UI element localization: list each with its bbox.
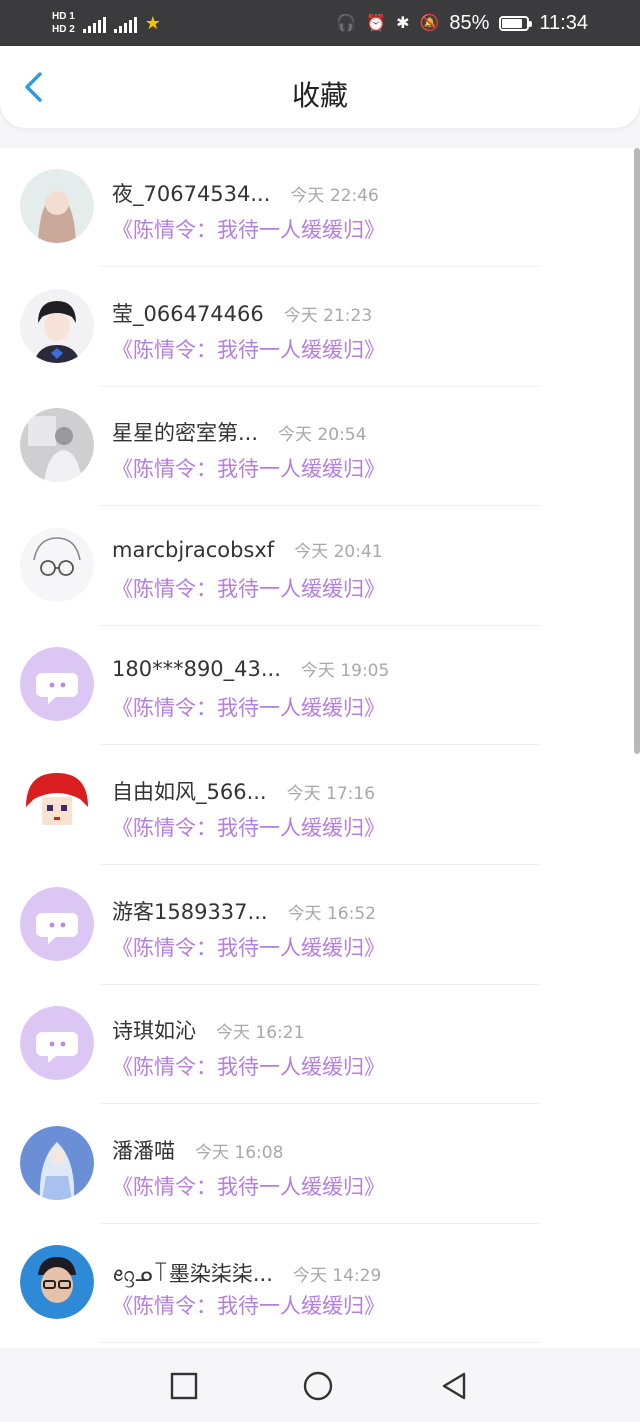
page-title: 收藏 [291, 79, 348, 112]
favorited-work-title[interactable]: 《陈情令：我待一人缓缓归》 [112, 1051, 385, 1081]
avatar[interactable] [20, 527, 94, 602]
user-name-text: 180***890_43... [112, 657, 281, 682]
header-bar: 收藏 [0, 46, 640, 128]
user-name[interactable]: 夜_70674534... 今天 22:46 [112, 178, 379, 208]
favorited-work-title[interactable]: 《陈情令：我待一人缓缓归》 [112, 812, 385, 842]
user-name-text: 潘潘喵 [112, 1138, 175, 1163]
user-name[interactable]: 莹_066474466 今天 21:23 [112, 298, 372, 328]
user-name[interactable]: 诗琪如沁 今天 16:21 [112, 1015, 304, 1045]
list-item[interactable]: 游客1589337... 今天 16:52 《陈情令：我待一人缓缓归》 [0, 866, 640, 986]
alarm-icon: ⏰ [366, 15, 387, 32]
list-item[interactable]: ꫀᦋᓄ꓄墨染柒柒... 今天 14:29 《陈情令：我待一人缓缓归》 [0, 1224, 640, 1344]
timestamp: 今天 19:05 [300, 661, 390, 682]
favorited-work-title[interactable]: 《陈情令：我待一人缓缓归》 [112, 334, 385, 364]
avatar[interactable] [20, 1006, 94, 1081]
favorited-work-title[interactable]: 《陈情令：我待一人缓缓归》 [112, 453, 385, 483]
timestamp: 今天 20:41 [294, 541, 383, 562]
user-name-text: 星星的密室第... [112, 421, 259, 446]
list-item[interactable]: 星星的密室第... 今天 20:54 《陈情令：我待一人缓缓归》 [0, 387, 640, 507]
scrollbar-thumb[interactable] [634, 148, 640, 754]
user-name[interactable]: 自由如风_566... 今天 17:16 [112, 776, 375, 806]
timestamp: 今天 17:16 [286, 783, 376, 804]
battery-icon [499, 15, 533, 31]
clock: 11:34 [539, 11, 588, 34]
favorited-work-title[interactable]: 《陈情令：我待一人缓缓归》 [112, 692, 385, 722]
avatar[interactable] [20, 1125, 94, 1200]
timestamp: 今天 16:52 [287, 903, 376, 924]
avatar[interactable] [20, 886, 94, 961]
user-name-text: 诗琪如沁 [112, 1019, 196, 1044]
user-name-text: ꫀᦋᓄ꓄墨染柒柒... [112, 1262, 273, 1287]
headphones-icon: 🎧 [336, 15, 357, 32]
avatar[interactable] [20, 408, 94, 483]
system-back-button[interactable] [438, 1370, 470, 1402]
bluetooth-icon: ✱ [396, 15, 410, 32]
timestamp: 今天 21:23 [283, 305, 373, 326]
star-badge-icon: ★ [144, 12, 161, 33]
signal-5g-icon [82, 13, 106, 33]
favorited-work-title[interactable]: 《陈情令：我待一人缓缓归》 [112, 1290, 385, 1320]
recent-apps-button[interactable] [168, 1370, 200, 1402]
user-name[interactable]: 潘潘喵 今天 16:08 [112, 1135, 283, 1165]
user-name-text: marcbjracobsxf [112, 537, 275, 562]
list-item[interactable]: 自由如风_566... 今天 17:16 《陈情令：我待一人缓缓归》 [0, 746, 640, 866]
user-name-text: 夜_70674534... [112, 182, 271, 206]
user-name[interactable]: 180***890_43... 今天 19:05 [112, 656, 389, 681]
avatar[interactable] [20, 647, 94, 722]
avatar[interactable] [20, 169, 94, 243]
sim2-label: HD 2 [52, 24, 75, 35]
sim1-label: HD 1 [52, 11, 75, 22]
avatar[interactable] [20, 766, 94, 841]
list-item[interactable]: 诗琪如沁 今天 16:21 《陈情令：我待一人缓缓归》 [0, 985, 640, 1105]
timestamp: 今天 16:08 [195, 1142, 284, 1163]
user-name-text: 游客1589337... [112, 899, 268, 924]
avatar[interactable] [20, 288, 94, 363]
favorited-work-title[interactable]: 《陈情令：我待一人缓缓归》 [112, 1171, 385, 1201]
favorited-work-title[interactable]: 《陈情令：我待一人缓缓归》 [112, 214, 385, 244]
user-name[interactable]: marcbjracobsxf 今天 20:41 [112, 537, 383, 562]
user-name-text: 莹_066474466 [112, 301, 264, 326]
timestamp: 今天 16:21 [216, 1023, 305, 1044]
list-item[interactable]: 夜_70674534... 今天 22:46 《陈情令：我待一人缓缓归》 [0, 148, 640, 268]
user-name-text: 自由如风_566... [112, 779, 267, 804]
recent-apps-square-icon [170, 1372, 198, 1400]
system-nav-bar [0, 1350, 640, 1422]
signal-4g-icon [113, 13, 137, 33]
battery-percent: 85% [449, 11, 490, 34]
favorites-list[interactable]: 夜_70674534... 今天 22:46 《陈情令：我待一人缓缓归》 莹_0664… [0, 148, 640, 1348]
status-bar: HD 1 HD 2 ★ 🎧 ⏰ ✱ 🔕 85% 11:34 [0, 0, 640, 46]
status-right: 🎧 ⏰ ✱ 🔕 85% 11:34 [336, 12, 588, 35]
list-item[interactable]: marcbjracobsxf 今天 20:41 《陈情令：我待一人缓缓归》 [0, 507, 640, 627]
avatar[interactable] [20, 1245, 94, 1320]
user-name[interactable]: 星星的密室第... 今天 20:54 [112, 417, 366, 447]
timestamp: 今天 20:54 [278, 425, 367, 446]
list-item[interactable]: 莹_066474466 今天 21:23 《陈情令：我待一人缓缓归》 [0, 268, 640, 388]
list-item[interactable]: 潘潘喵 今天 16:08 《陈情令：我待一人缓缓归》 [0, 1105, 640, 1225]
mute-bell-icon: 🔕 [419, 15, 440, 32]
list-item[interactable]: 180***890_43... 今天 19:05 《陈情令：我待一人缓缓归》 [0, 626, 640, 746]
sim-indicators: HD 1 HD 2 [52, 11, 75, 35]
home-button[interactable] [302, 1370, 334, 1402]
user-name[interactable]: 游客1589337... 今天 16:52 [112, 896, 376, 926]
divider [100, 1342, 540, 1344]
timestamp: 今天 22:46 [290, 186, 379, 206]
timestamp: 今天 14:29 [292, 1266, 382, 1287]
back-triangle-icon [442, 1372, 466, 1400]
status-left: HD 1 HD 2 ★ [52, 11, 161, 35]
home-circle-icon [303, 1371, 333, 1401]
favorited-work-title[interactable]: 《陈情令：我待一人缓缓归》 [112, 573, 385, 603]
favorited-work-title[interactable]: 《陈情令：我待一人缓缓归》 [112, 932, 385, 962]
